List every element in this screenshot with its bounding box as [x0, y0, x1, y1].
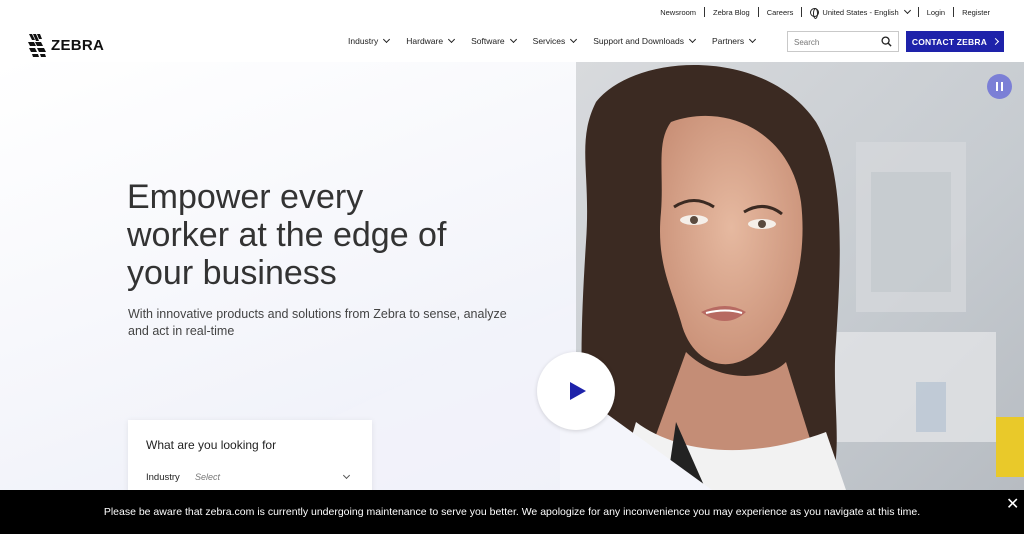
industry-label: Industry [146, 472, 180, 483]
main-header: ZEBRA Industry Hardware Software Service… [0, 24, 1024, 62]
chevron-down-icon [688, 35, 697, 44]
chevron-down-icon [903, 6, 911, 15]
search-icon[interactable] [881, 36, 892, 47]
chevron-down-icon[interactable] [342, 471, 351, 480]
primary-nav: Industry Hardware Software Services Supp… [348, 35, 772, 46]
notice-text: Please be aware that zebra.com is curren… [103, 506, 921, 518]
blog-link[interactable]: Zebra Blog [705, 8, 758, 17]
headline-line: worker at the edge of [127, 216, 447, 254]
chevron-right-icon [992, 37, 1000, 46]
login-link[interactable]: Login [919, 8, 953, 17]
zebra-logo-icon [28, 34, 46, 57]
pause-video-button[interactable] [987, 74, 1012, 99]
hero-headline: Empower every worker at the edge of your… [127, 178, 527, 292]
logo-wordmark: ZEBRA [51, 36, 105, 54]
nav-label: Industry [348, 36, 379, 46]
newsroom-link[interactable]: Newsroom [652, 8, 704, 17]
chevron-down-icon [509, 35, 517, 44]
utility-bar: Newsroom Zebra Blog Careers United State… [0, 0, 1024, 24]
industry-select[interactable]: Select [195, 472, 220, 482]
search-box [787, 31, 899, 52]
nav-industry[interactable]: Industry [348, 35, 391, 46]
pause-icon [996, 82, 998, 91]
nav-label: Software [471, 36, 505, 46]
pause-icon [1001, 82, 1003, 91]
chevron-down-icon [749, 35, 757, 44]
nav-label: Partners [711, 36, 745, 46]
nav-services[interactable]: Services [532, 35, 578, 46]
nav-hardware[interactable]: Hardware [406, 35, 456, 46]
close-icon[interactable]: ✕ [1006, 494, 1019, 514]
finder-title: What are you looking for [146, 438, 277, 452]
globe-icon [810, 7, 820, 19]
maintenance-notice-bar: Please be aware that zebra.com is curren… [0, 490, 1024, 534]
product-finder-card: What are you looking for Industry Select [128, 420, 372, 490]
contact-label: CONTACT ZEBRA [911, 36, 988, 47]
careers-link[interactable]: Careers [759, 8, 802, 17]
chevron-down-icon [383, 35, 391, 44]
hero-section: Empower every worker at the edge of your… [0, 62, 1024, 490]
play-icon [570, 382, 586, 400]
nav-partners[interactable]: Partners [711, 35, 757, 46]
language-label: United States - English [822, 7, 899, 17]
nav-label: Services [532, 36, 566, 46]
play-video-button[interactable] [537, 352, 615, 430]
language-selector[interactable]: United States - English [802, 6, 917, 19]
headline-line: your business [127, 254, 337, 292]
hero-subheading: With innovative products and solutions f… [128, 307, 507, 338]
zebra-logo[interactable]: ZEBRA [27, 32, 104, 58]
nav-software[interactable]: Software [471, 35, 517, 46]
headline-line: Empower every [127, 178, 364, 216]
nav-support[interactable]: Support and Downloads [593, 35, 697, 46]
search-input[interactable] [788, 33, 876, 52]
contact-zebra-button[interactable]: CONTACT ZEBRA [906, 31, 1004, 52]
chevron-down-icon [448, 35, 456, 44]
register-link[interactable]: Register [954, 8, 998, 17]
utility-links: Newsroom Zebra Blog Careers United State… [652, 6, 998, 19]
nav-label: Support and Downloads [593, 36, 684, 46]
chevron-down-icon [570, 35, 578, 44]
nav-label: Hardware [406, 36, 444, 46]
